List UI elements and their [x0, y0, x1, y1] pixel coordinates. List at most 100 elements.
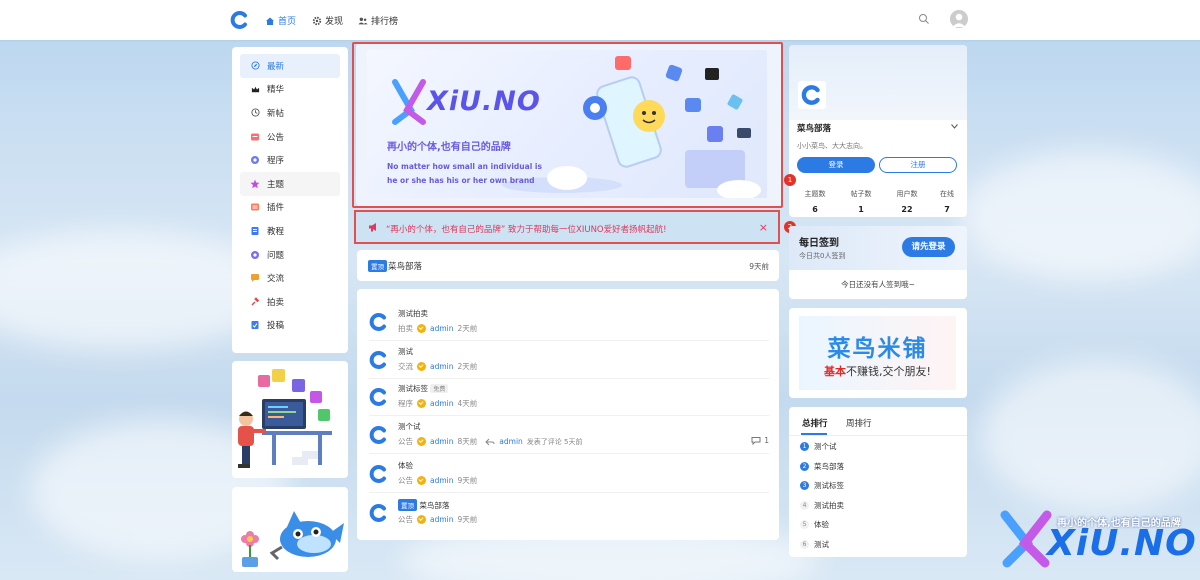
list-item[interactable]: 测个试 公告 admin 8天前 admin 发表了评论 5天前 1	[369, 416, 769, 454]
nav-home[interactable]: 首页	[265, 14, 296, 27]
sidebar-item-auction[interactable]: 拍卖	[240, 290, 340, 314]
author-avatar[interactable]	[369, 350, 389, 370]
sidebar-item-tutorial[interactable]: 教程	[240, 219, 340, 243]
post-time: 2天前	[457, 324, 478, 333]
verified-icon	[417, 399, 426, 408]
author-avatar[interactable]	[369, 425, 389, 445]
post-title[interactable]: 测个试	[398, 421, 421, 432]
post-category[interactable]: 公告	[398, 514, 413, 525]
post-author[interactable]: admin	[430, 476, 454, 485]
nav-discover[interactable]: 发现	[312, 14, 343, 27]
sidebar-item-program[interactable]: 程序	[240, 148, 340, 172]
verified-icon	[417, 515, 426, 524]
pinned-title[interactable]: 菜鸟部落	[388, 260, 422, 272]
ad-card[interactable]: 菜鸟米铺 基本不赚钱,交个朋友!	[789, 308, 967, 398]
question-icon	[250, 250, 260, 260]
sidebar-item-latest[interactable]: 最新	[240, 54, 340, 78]
sidebar-item-label: 交流	[267, 274, 285, 285]
sidebar-item-theme[interactable]: 主题	[240, 171, 340, 196]
reply-icon	[485, 438, 495, 445]
post-author[interactable]: admin	[430, 399, 454, 408]
search-icon[interactable]	[918, 13, 930, 25]
home-icon	[266, 17, 274, 25]
rank-title[interactable]: 测试	[814, 539, 829, 550]
post-title[interactable]: 测试标签	[398, 384, 428, 393]
list-item[interactable]: 测试拍卖 拍卖 admin 2天前	[369, 303, 769, 341]
author-avatar[interactable]	[369, 387, 389, 407]
post-meta: 交流 admin 2天前	[398, 361, 477, 372]
post-category[interactable]: 程序	[398, 398, 413, 409]
sidebar-item-submit[interactable]: 投稿	[240, 314, 340, 338]
list-item[interactable]: 测试 交流 admin 2天前	[369, 341, 769, 379]
sidebar-item-featured[interactable]: 精华	[240, 78, 340, 102]
post-title[interactable]: 菜鸟部落	[419, 501, 449, 510]
stat-label: 帖子数	[850, 190, 872, 198]
post-category[interactable]: 公告	[398, 475, 413, 486]
post-category[interactable]: 拍卖	[398, 323, 413, 334]
rank-item[interactable]: 5 体验	[800, 515, 829, 535]
post-title[interactable]: 体验	[398, 460, 413, 471]
rank-item[interactable]: 4 测试拍卖	[800, 496, 844, 516]
list-item[interactable]: 测试标签 免费 程序 admin 4天前	[369, 378, 769, 416]
hero-banner[interactable]: XiU.NO 再小的个体,也有自己的品牌 No matter how small…	[367, 50, 767, 198]
post-time: 2天前	[457, 362, 478, 371]
nav-ranking[interactable]: 排行榜	[358, 14, 398, 27]
author-avatar[interactable]	[369, 503, 389, 523]
post-category[interactable]: 交流	[398, 361, 413, 372]
auction-icon	[250, 297, 260, 307]
close-icon[interactable]: ×	[759, 221, 768, 234]
megaphone-icon	[369, 223, 376, 232]
rank-item[interactable]: 2 菜鸟部落	[800, 457, 844, 477]
stat-topics: 主题数 6	[795, 189, 835, 214]
rank-title[interactable]: 测个试	[814, 441, 837, 452]
brand-watermark: 再小的个体,也有自己的品牌 XiU.NO	[995, 505, 1200, 580]
tab-total-ranking[interactable]: 总排行	[802, 417, 828, 429]
sidebar-item-question[interactable]: 问题	[240, 243, 340, 267]
post-author[interactable]: admin	[430, 324, 454, 333]
sidebar-item-label: 问题	[267, 250, 285, 261]
post-category[interactable]: 公告	[398, 436, 413, 447]
post-author[interactable]: admin	[430, 362, 454, 371]
users-icon	[358, 17, 368, 24]
list-item[interactable]: 体验 公告 admin 9天前	[369, 455, 769, 493]
ad-line-rest: 不赚钱,交个朋友!	[846, 365, 931, 378]
tab-week-ranking[interactable]: 周排行	[846, 417, 872, 429]
rank-number: 1	[800, 442, 809, 452]
author-avatar[interactable]	[369, 312, 389, 332]
rank-title[interactable]: 菜鸟部落	[814, 461, 844, 472]
site-description: 小小菜鸟、大大志向。	[797, 142, 867, 150]
site-logo[interactable]	[230, 10, 250, 30]
rank-number: 6	[800, 539, 809, 549]
rank-item[interactable]: 6 测试	[800, 535, 829, 555]
rank-item[interactable]: 1 测个试	[800, 437, 837, 457]
compass-icon	[250, 61, 260, 71]
rank-title[interactable]: 测试拍卖	[814, 500, 844, 511]
sidebar-item-plugin[interactable]: 插件	[240, 196, 340, 220]
signin-login-button[interactable]: 请先登录	[902, 237, 955, 257]
sidebar-item-new[interactable]: 新帖	[240, 101, 340, 125]
ranking-card: 总排行 周排行 1 测个试 2 菜鸟部落 3 测试标签 4 测试拍卖 5 体验 6 测试	[789, 407, 967, 557]
last-reply-user[interactable]: admin	[499, 437, 523, 446]
rank-title[interactable]: 体验	[814, 519, 829, 530]
ad-banner: 菜鸟米铺 基本不赚钱,交个朋友!	[799, 316, 956, 390]
site-logo-icon	[801, 85, 820, 105]
post-title[interactable]: 测试拍卖	[398, 308, 428, 319]
login-button[interactable]: 登录	[797, 157, 875, 173]
post-time: 9天前	[457, 476, 478, 485]
stat-label: 在线	[940, 190, 954, 198]
rank-title[interactable]: 测试标签	[814, 480, 844, 491]
sidebar-item-chat[interactable]: 交流	[240, 266, 340, 290]
sidebar-item-announcement[interactable]: 公告	[240, 125, 340, 149]
register-button[interactable]: 注册	[879, 157, 957, 173]
rank-item[interactable]: 3 测试标签	[800, 476, 844, 496]
post-author[interactable]: admin	[430, 437, 454, 446]
post-title-row: 置顶 菜鸟部落	[398, 499, 449, 511]
post-author[interactable]: admin	[430, 515, 454, 524]
pinned-post[interactable]: 置顶 菜鸟部落 9天前	[357, 250, 779, 281]
stat-value: 1	[858, 205, 864, 214]
list-item[interactable]: 置顶 菜鸟部落 公告 admin 9天前	[369, 494, 769, 532]
user-avatar[interactable]	[950, 10, 968, 28]
author-avatar[interactable]	[369, 464, 389, 484]
chevron-down-icon[interactable]	[951, 124, 958, 129]
post-title[interactable]: 测试	[398, 346, 413, 357]
